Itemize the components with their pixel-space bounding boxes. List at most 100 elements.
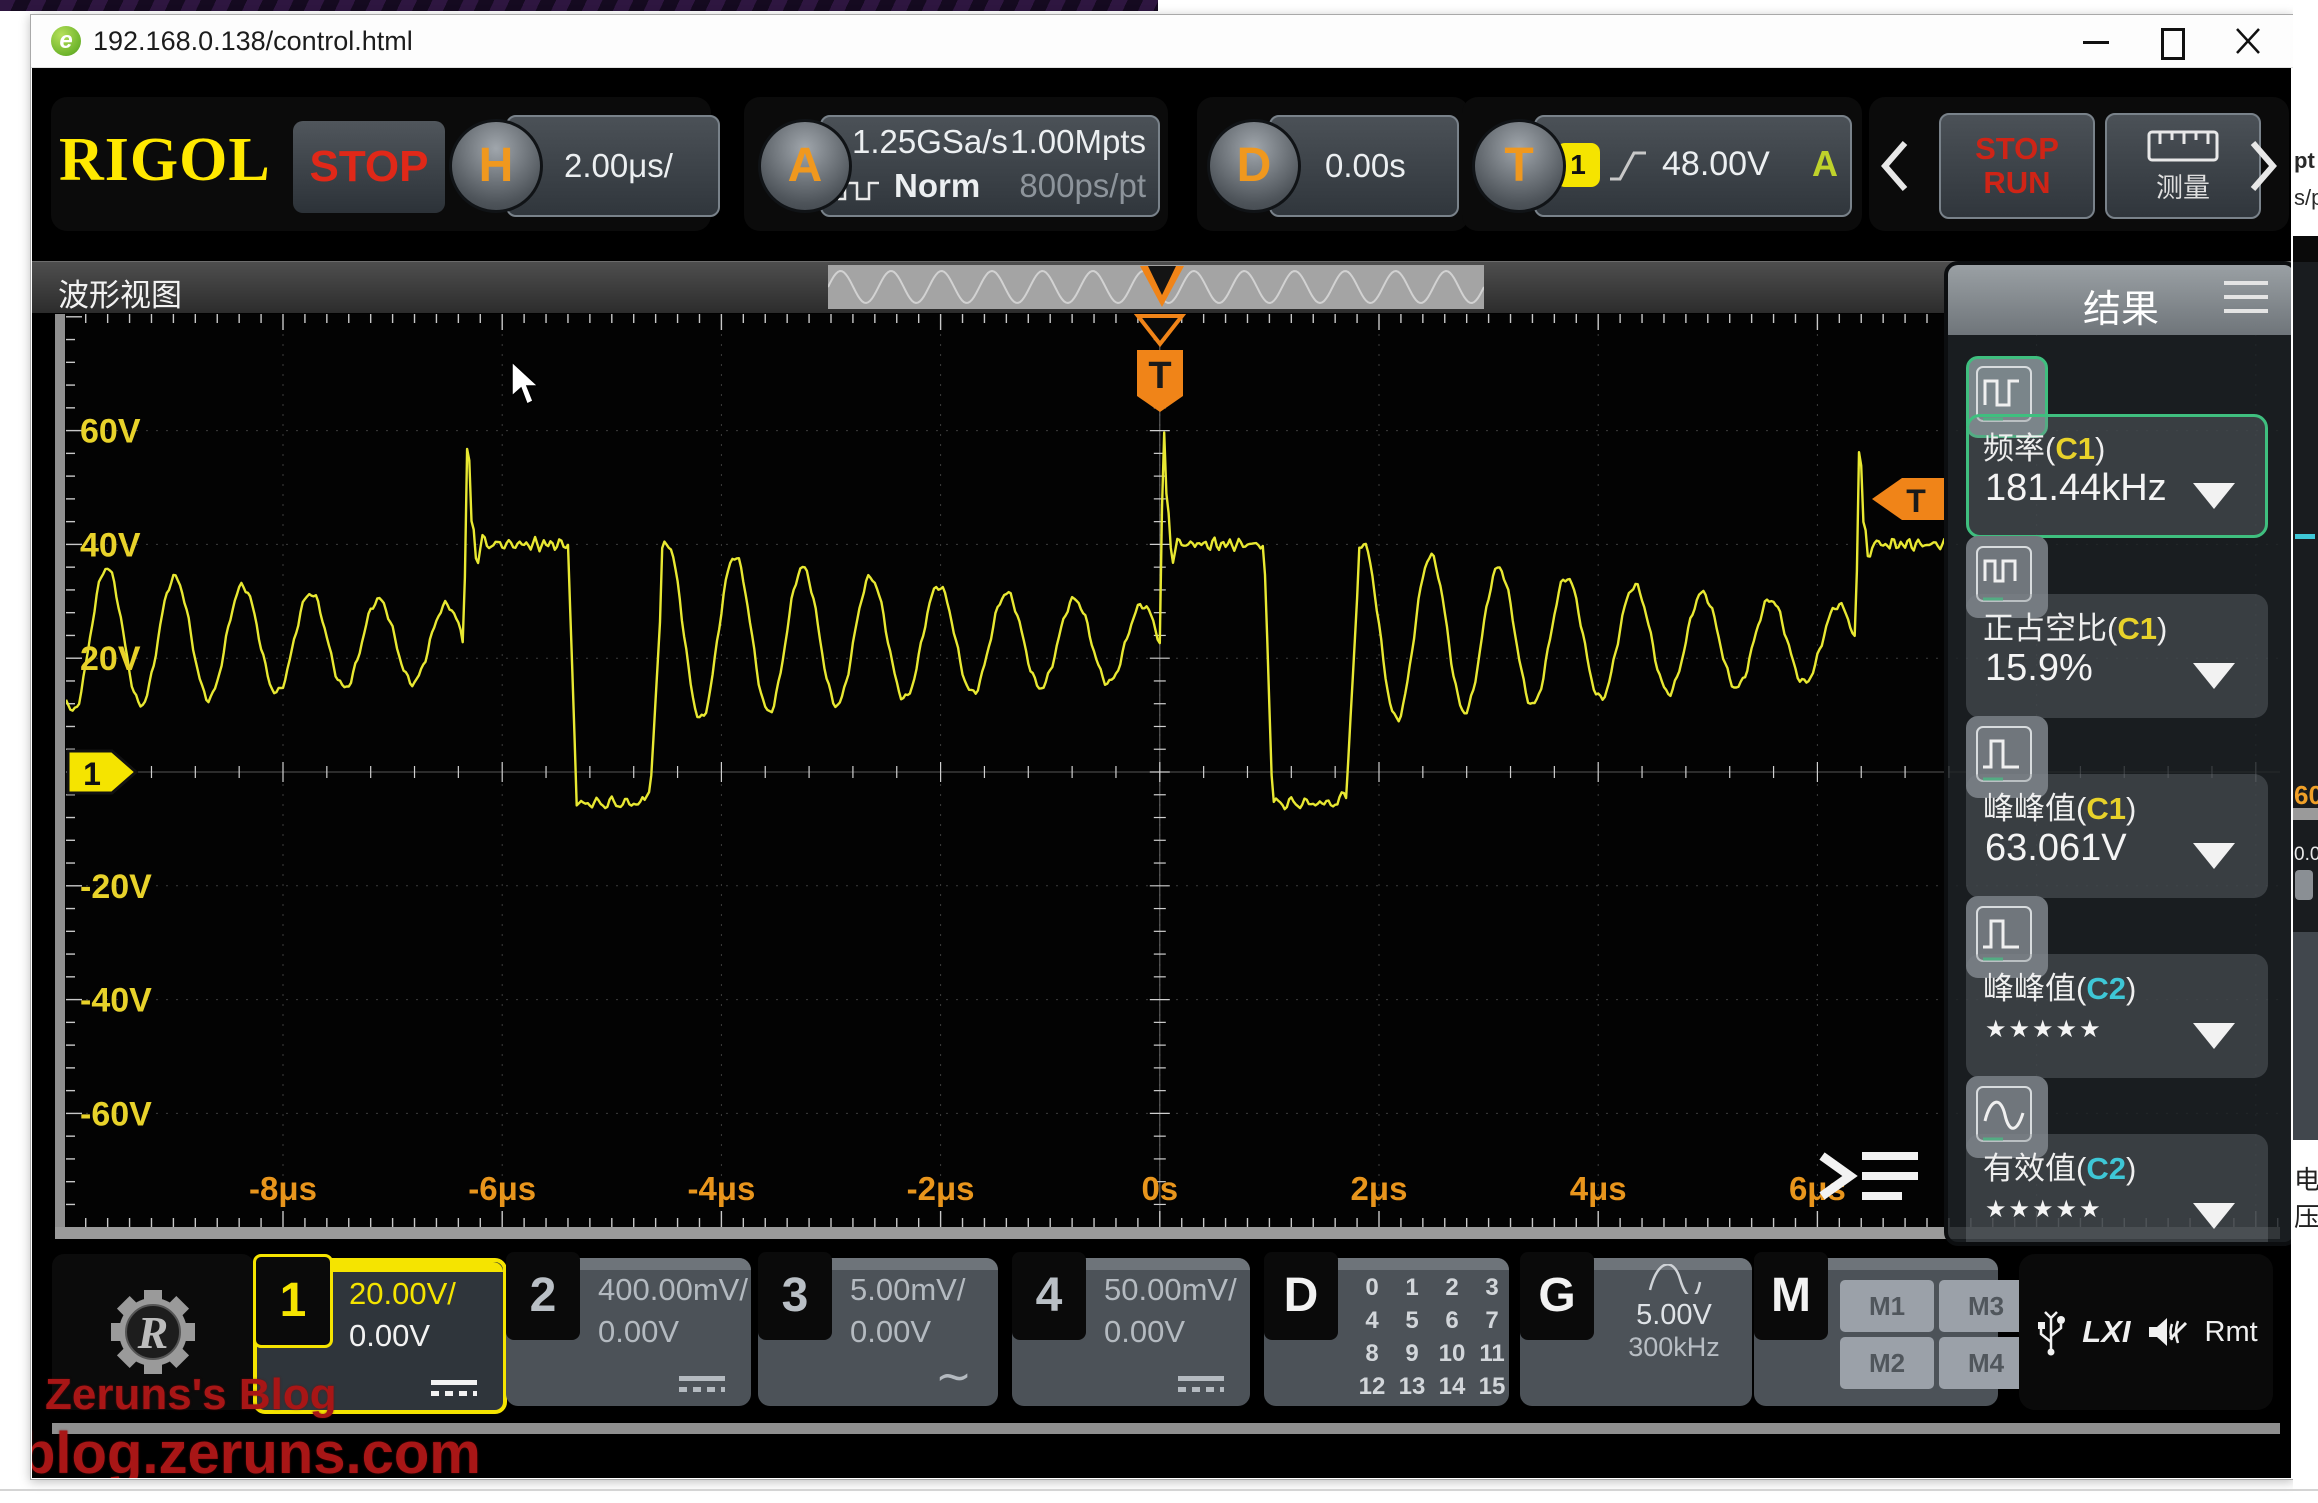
- rigol-logo: RIGOL: [59, 125, 271, 196]
- digital-channels-button[interactable]: D 0123456789101112131415: [1264, 1258, 1509, 1406]
- oscilloscope-page: RIGOL STOP H 2.00μs/ A 1.25GSa/s 1.00Mpt…: [32, 68, 2291, 1478]
- measurement-item-峰峰值-C1[interactable]: 峰峰值(C1)63.061V: [1966, 716, 2268, 892]
- math-slot-m1[interactable]: M1: [1840, 1280, 1934, 1332]
- dc-coupling-icon: [431, 1380, 477, 1396]
- x-axis-label: 2μs: [1351, 1170, 1408, 1207]
- chevron-left-icon[interactable]: [1877, 137, 1911, 195]
- generator-label: G: [1520, 1252, 1594, 1340]
- measurement-label: 频率(C1): [1983, 423, 2105, 468]
- background-divider: [0, 1489, 2318, 1491]
- digital-bit-14: 14: [1432, 1373, 1472, 1401]
- header-acquire-group: A 1.25GSa/s 1.00Mpts Norm 800ps/pt: [744, 97, 1168, 231]
- acquire-panel[interactable]: 1.25GSa/s 1.00Mpts Norm 800ps/pt: [820, 115, 1160, 217]
- channel3-button[interactable]: 3 5.00mV/ 0.00V ∼: [758, 1258, 998, 1406]
- math-label: M: [1754, 1252, 1828, 1340]
- digital-channel-grid: 0123456789101112131415: [1352, 1274, 1512, 1401]
- vertical-scrollbar[interactable]: [55, 314, 65, 1227]
- timebase-overview[interactable]: [828, 265, 1484, 309]
- chevron-down-icon[interactable]: [2193, 663, 2235, 689]
- stop-run-label-stop: STOP: [1975, 132, 2059, 166]
- strip-fragment: s/p: [2294, 185, 2318, 211]
- channel1-scale: 20.00V/: [349, 1276, 456, 1312]
- channel3-offset: 0.00V: [850, 1314, 931, 1350]
- minimize-button[interactable]: [2071, 23, 2121, 59]
- acquire-menu-button[interactable]: A: [758, 119, 852, 213]
- channel2-offset: 0.00V: [598, 1314, 679, 1350]
- y-axis-label: -60V: [80, 1095, 152, 1133]
- y-axis-label: -40V: [80, 982, 152, 1020]
- close-button[interactable]: [2223, 23, 2273, 59]
- maximize-button[interactable]: [2147, 23, 2197, 59]
- y-axis-label: 20V: [80, 640, 141, 678]
- sound-muted-icon[interactable]: [2145, 1312, 2191, 1352]
- strip-fragment: pt: [2294, 148, 2315, 174]
- measurement-label: 正占空比(C1): [1983, 603, 2167, 648]
- sample-rate: 1.25GSa/s: [852, 123, 1008, 161]
- x-axis-label: -6μs: [468, 1170, 536, 1207]
- measure-button[interactable]: 测量: [2105, 113, 2261, 219]
- header-delay-group: D 0.00s: [1197, 97, 1469, 231]
- watermark-line1: Zeruns's Blog: [45, 1370, 337, 1420]
- chevron-down-icon[interactable]: [2193, 1203, 2235, 1229]
- header-left-group: RIGOL STOP H 2.00μs/: [51, 97, 711, 231]
- results-panel: 结果 频率(C1)181.44kHz正占空比(C1)15.9%峰峰值(C1)63…: [1944, 261, 2291, 1246]
- chevron-down-icon[interactable]: [2193, 843, 2235, 869]
- trigger-menu-button[interactable]: T: [1472, 119, 1566, 213]
- trigger-sweep: A: [1812, 143, 1838, 185]
- chevron-right-icon[interactable]: [2247, 137, 2281, 195]
- delay-value: 0.00s: [1325, 147, 1406, 185]
- generator-button[interactable]: G 5.00V 300kHz: [1520, 1258, 1752, 1406]
- delay-menu-button[interactable]: D: [1207, 119, 1301, 213]
- svg-text:R: R: [137, 1307, 169, 1358]
- results-header[interactable]: 结果: [1948, 265, 2291, 335]
- digital-bit-13: 13: [1392, 1373, 1432, 1401]
- digital-bit-9: 9: [1392, 1340, 1432, 1368]
- stop-run-button[interactable]: STOP RUN: [1939, 113, 2095, 219]
- measurement-value: 63.061V: [1985, 827, 2127, 870]
- digital-label: D: [1264, 1252, 1338, 1340]
- math-slot-m2[interactable]: M2: [1840, 1337, 1934, 1389]
- x-axis-label: 0s: [1141, 1170, 1178, 1207]
- channel1-trace: [66, 433, 1945, 810]
- chevron-down-icon[interactable]: [2193, 1023, 2235, 1049]
- measurement-item-有效值-C2[interactable]: 有效值(C2)★★★★★: [1966, 1076, 2268, 1242]
- measurement-item-频率-C1[interactable]: 频率(C1)181.44kHz: [1966, 356, 2268, 532]
- tab-waveform-view[interactable]: 波形视图: [58, 270, 182, 315]
- horizontal-menu-button[interactable]: H: [449, 119, 543, 213]
- measurement-value: 181.44kHz: [1985, 467, 2167, 510]
- digital-bit-6: 6: [1432, 1307, 1472, 1335]
- digital-bit-2: 2: [1432, 1274, 1472, 1302]
- lxi-status[interactable]: LXI: [2082, 1314, 2130, 1350]
- measurement-item-峰峰值-C2[interactable]: 峰峰值(C2)★★★★★: [1966, 896, 2268, 1072]
- trigger-level-label: T: [1906, 483, 1926, 519]
- math-button[interactable]: M M1M3M2M4: [1754, 1258, 1998, 1406]
- url-text[interactable]: 192.168.0.138/control.html: [93, 26, 413, 57]
- digital-bit-11: 11: [1472, 1340, 1512, 1368]
- digital-bit-5: 5: [1392, 1307, 1432, 1335]
- trigger-level-marker[interactable]: T: [1872, 478, 1944, 520]
- channel1-offset: 0.00V: [349, 1318, 430, 1354]
- results-list: 频率(C1)181.44kHz正占空比(C1)15.9%峰峰值(C1)63.06…: [1948, 335, 2291, 1242]
- trigger-position-marker[interactable]: T: [1137, 316, 1183, 412]
- digital-bit-12: 12: [1352, 1373, 1392, 1401]
- strip-fragment: 60: [2294, 780, 2318, 811]
- measurement-item-正占空比-C1[interactable]: 正占空比(C1)15.9%: [1966, 536, 2268, 712]
- x-axis-label: -8μs: [249, 1170, 317, 1207]
- remote-status[interactable]: Rmt: [2205, 1316, 2258, 1349]
- channel4-button[interactable]: 4 50.00mV/ 0.00V: [1012, 1258, 1250, 1406]
- x-axis-label: -2μs: [907, 1170, 975, 1207]
- chevron-down-icon[interactable]: [2193, 483, 2235, 509]
- channel2-button[interactable]: 2 400.00mV/ 0.00V: [506, 1258, 751, 1406]
- math-grid: M1M3M2M4: [1840, 1280, 2033, 1389]
- usb-icon[interactable]: [2034, 1308, 2068, 1356]
- digital-bit-0: 0: [1352, 1274, 1392, 1302]
- close-icon: [2223, 23, 2273, 59]
- channel3-scale: 5.00mV/: [850, 1272, 965, 1308]
- y-axis-label: 40V: [80, 526, 141, 564]
- trigger-panel[interactable]: 1 48.00V A: [1534, 115, 1852, 217]
- measurement-value: 15.9%: [1985, 647, 2093, 690]
- digital-bit-7: 7: [1472, 1307, 1512, 1335]
- resolution: 800ps/pt: [1019, 167, 1146, 205]
- channel1-offset-label: 1: [83, 756, 101, 792]
- channel1-offset-marker[interactable]: 1: [68, 751, 136, 793]
